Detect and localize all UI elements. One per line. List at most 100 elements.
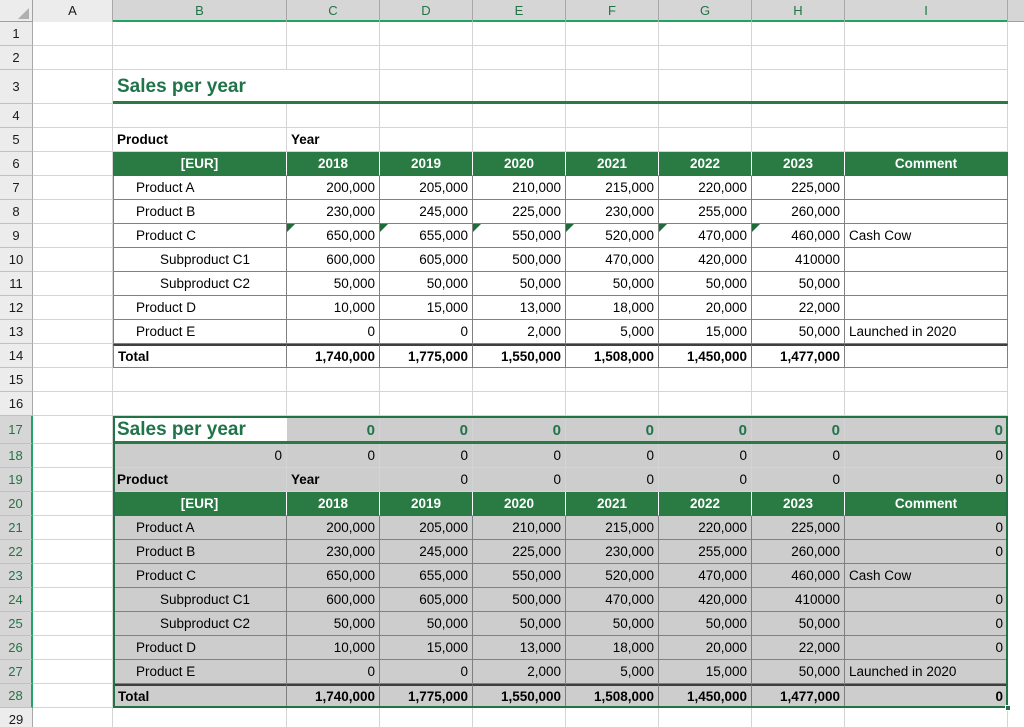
grid-cell-A27[interactable] xyxy=(33,660,113,684)
table-one-cell-F9[interactable]: 520,000 xyxy=(566,224,659,248)
table-two-comment[interactable]: 0 xyxy=(845,636,1008,660)
table-two-cell-H26[interactable]: 22,000 xyxy=(752,636,845,660)
table-one-cell-F13[interactable]: 5,000 xyxy=(566,320,659,344)
table-one-total-H[interactable]: 1,477,000 xyxy=(752,344,845,368)
grid-cell-D1[interactable] xyxy=(380,22,473,46)
grid-cell-A5[interactable] xyxy=(33,128,113,152)
table-one-cell-C9[interactable]: 650,000 xyxy=(287,224,380,248)
table-two-blank-row-value[interactable]: 0 xyxy=(473,444,566,468)
grid-cell-F4[interactable] xyxy=(566,104,659,128)
table-two-total-comment[interactable]: 0 xyxy=(845,684,1008,708)
table-one-header-year-2019[interactable]: 2019 xyxy=(380,152,473,176)
table-two-header-comment[interactable]: Comment xyxy=(845,492,1008,516)
row-header-14[interactable]: 14 xyxy=(0,344,33,368)
grid-cell-I5[interactable] xyxy=(845,128,1008,152)
table-two-header-year-2019[interactable]: 2019 xyxy=(380,492,473,516)
table-one-comment[interactable] xyxy=(845,296,1008,320)
grid-cell-A12[interactable] xyxy=(33,296,113,320)
table-one-cell-G11[interactable]: 50,000 xyxy=(659,272,752,296)
grid-cell-G29[interactable] xyxy=(659,708,752,727)
table-one-total-D[interactable]: 1,775,000 xyxy=(380,344,473,368)
grid-cell-I2[interactable] xyxy=(845,46,1008,70)
table-one-row-label[interactable]: Product E xyxy=(113,320,287,344)
grid-cell-F29[interactable] xyxy=(566,708,659,727)
table-two-total-label[interactable]: Total xyxy=(113,684,287,708)
table-two-cell-F23[interactable]: 520,000 xyxy=(566,564,659,588)
grid-cell-A19[interactable] xyxy=(33,468,113,492)
grid-cell-G15[interactable] xyxy=(659,368,752,392)
grid-cell-A3[interactable] xyxy=(33,70,113,104)
table-one-total-E[interactable]: 1,550,000 xyxy=(473,344,566,368)
grid-cell-E15[interactable] xyxy=(473,368,566,392)
row-header-6[interactable]: 6 xyxy=(0,152,33,176)
table-two-row-label[interactable]: Subproduct C1 xyxy=(113,588,287,612)
table-one-cell-E12[interactable]: 13,000 xyxy=(473,296,566,320)
row-header-24[interactable]: 24 xyxy=(0,588,33,612)
column-header-d[interactable]: D xyxy=(380,0,473,22)
grid-cell-C15[interactable] xyxy=(287,368,380,392)
row-header-2[interactable]: 2 xyxy=(0,46,33,70)
table-two-cell-F24[interactable]: 470,000 xyxy=(566,588,659,612)
grid-cell-A23[interactable] xyxy=(33,564,113,588)
table-two-comment[interactable]: 0 xyxy=(845,588,1008,612)
table-two-cell-E27[interactable]: 2,000 xyxy=(473,660,566,684)
table-two-header-year-2020[interactable]: 2020 xyxy=(473,492,566,516)
row-header-16[interactable]: 16 xyxy=(0,392,33,416)
grid-cell-I1[interactable] xyxy=(845,22,1008,46)
grid-cell-B16[interactable] xyxy=(113,392,287,416)
table-one-header-year-2018[interactable]: 2018 xyxy=(287,152,380,176)
grid-cell-H1[interactable] xyxy=(752,22,845,46)
table-one-total-label[interactable]: Total xyxy=(113,344,287,368)
row-header-8[interactable]: 8 xyxy=(0,200,33,224)
table-two-cell-G27[interactable]: 15,000 xyxy=(659,660,752,684)
table-two-header-unit[interactable]: [EUR] xyxy=(113,492,287,516)
table-two-title-row-value[interactable]: 0 xyxy=(752,416,845,444)
table-two-title-row-value[interactable]: 0 xyxy=(473,416,566,444)
row-header-18[interactable]: 18 xyxy=(0,444,33,468)
table-two-cell-C21[interactable]: 200,000 xyxy=(287,516,380,540)
grid-cell-G1[interactable] xyxy=(659,22,752,46)
grid-cell-G16[interactable] xyxy=(659,392,752,416)
table-two-cell-H21[interactable]: 225,000 xyxy=(752,516,845,540)
table-two-total-E[interactable]: 1,550,000 xyxy=(473,684,566,708)
table-one-row-label[interactable]: Product D xyxy=(113,296,287,320)
table-one-total-comment[interactable] xyxy=(845,344,1008,368)
grid-cell-A20[interactable] xyxy=(33,492,113,516)
row-header-12[interactable]: 12 xyxy=(0,296,33,320)
table-two-cell-H24[interactable]: 410000 xyxy=(752,588,845,612)
column-header-e[interactable]: E xyxy=(473,0,566,22)
column-header-i[interactable]: I xyxy=(845,0,1008,22)
table-two-header-year-2022[interactable]: 2022 xyxy=(659,492,752,516)
grid-cell-B4[interactable] xyxy=(113,104,287,128)
table-two-blank-row-value[interactable]: 0 xyxy=(380,444,473,468)
table-two-cell-C26[interactable]: 10,000 xyxy=(287,636,380,660)
table-one-cell-C13[interactable]: 0 xyxy=(287,320,380,344)
table-one-comment[interactable] xyxy=(845,176,1008,200)
column-header-c[interactable]: C xyxy=(287,0,380,22)
row-header-15[interactable]: 15 xyxy=(0,368,33,392)
table-two-comment[interactable]: 0 xyxy=(845,612,1008,636)
table-two-cell-H27[interactable]: 50,000 xyxy=(752,660,845,684)
table-two-blank-row-value[interactable]: 0 xyxy=(566,444,659,468)
table-one-row-label[interactable]: Product C xyxy=(113,224,287,248)
table-two-cell-D23[interactable]: 655,000 xyxy=(380,564,473,588)
table-two-blank-row-value[interactable]: 0 xyxy=(287,444,380,468)
table-two-cell-C24[interactable]: 600,000 xyxy=(287,588,380,612)
grid-cell-E3[interactable] xyxy=(473,70,566,104)
table-one-cell-D11[interactable]: 50,000 xyxy=(380,272,473,296)
table-two-label-row-value[interactable]: 0 xyxy=(752,468,845,492)
grid-cell-A28[interactable] xyxy=(33,684,113,708)
grid-cell-G5[interactable] xyxy=(659,128,752,152)
select-all-corner[interactable] xyxy=(0,0,33,22)
table-two-cell-E26[interactable]: 13,000 xyxy=(473,636,566,660)
table-two-cell-G22[interactable]: 255,000 xyxy=(659,540,752,564)
row-header-22[interactable]: 22 xyxy=(0,540,33,564)
table-two-cell-C23[interactable]: 650,000 xyxy=(287,564,380,588)
table-two-cell-G23[interactable]: 470,000 xyxy=(659,564,752,588)
table-one-cell-G7[interactable]: 220,000 xyxy=(659,176,752,200)
grid-cell-D4[interactable] xyxy=(380,104,473,128)
row-header-21[interactable]: 21 xyxy=(0,516,33,540)
grid-cell-A22[interactable] xyxy=(33,540,113,564)
table-two-cell-F27[interactable]: 5,000 xyxy=(566,660,659,684)
grid-cell-H2[interactable] xyxy=(752,46,845,70)
